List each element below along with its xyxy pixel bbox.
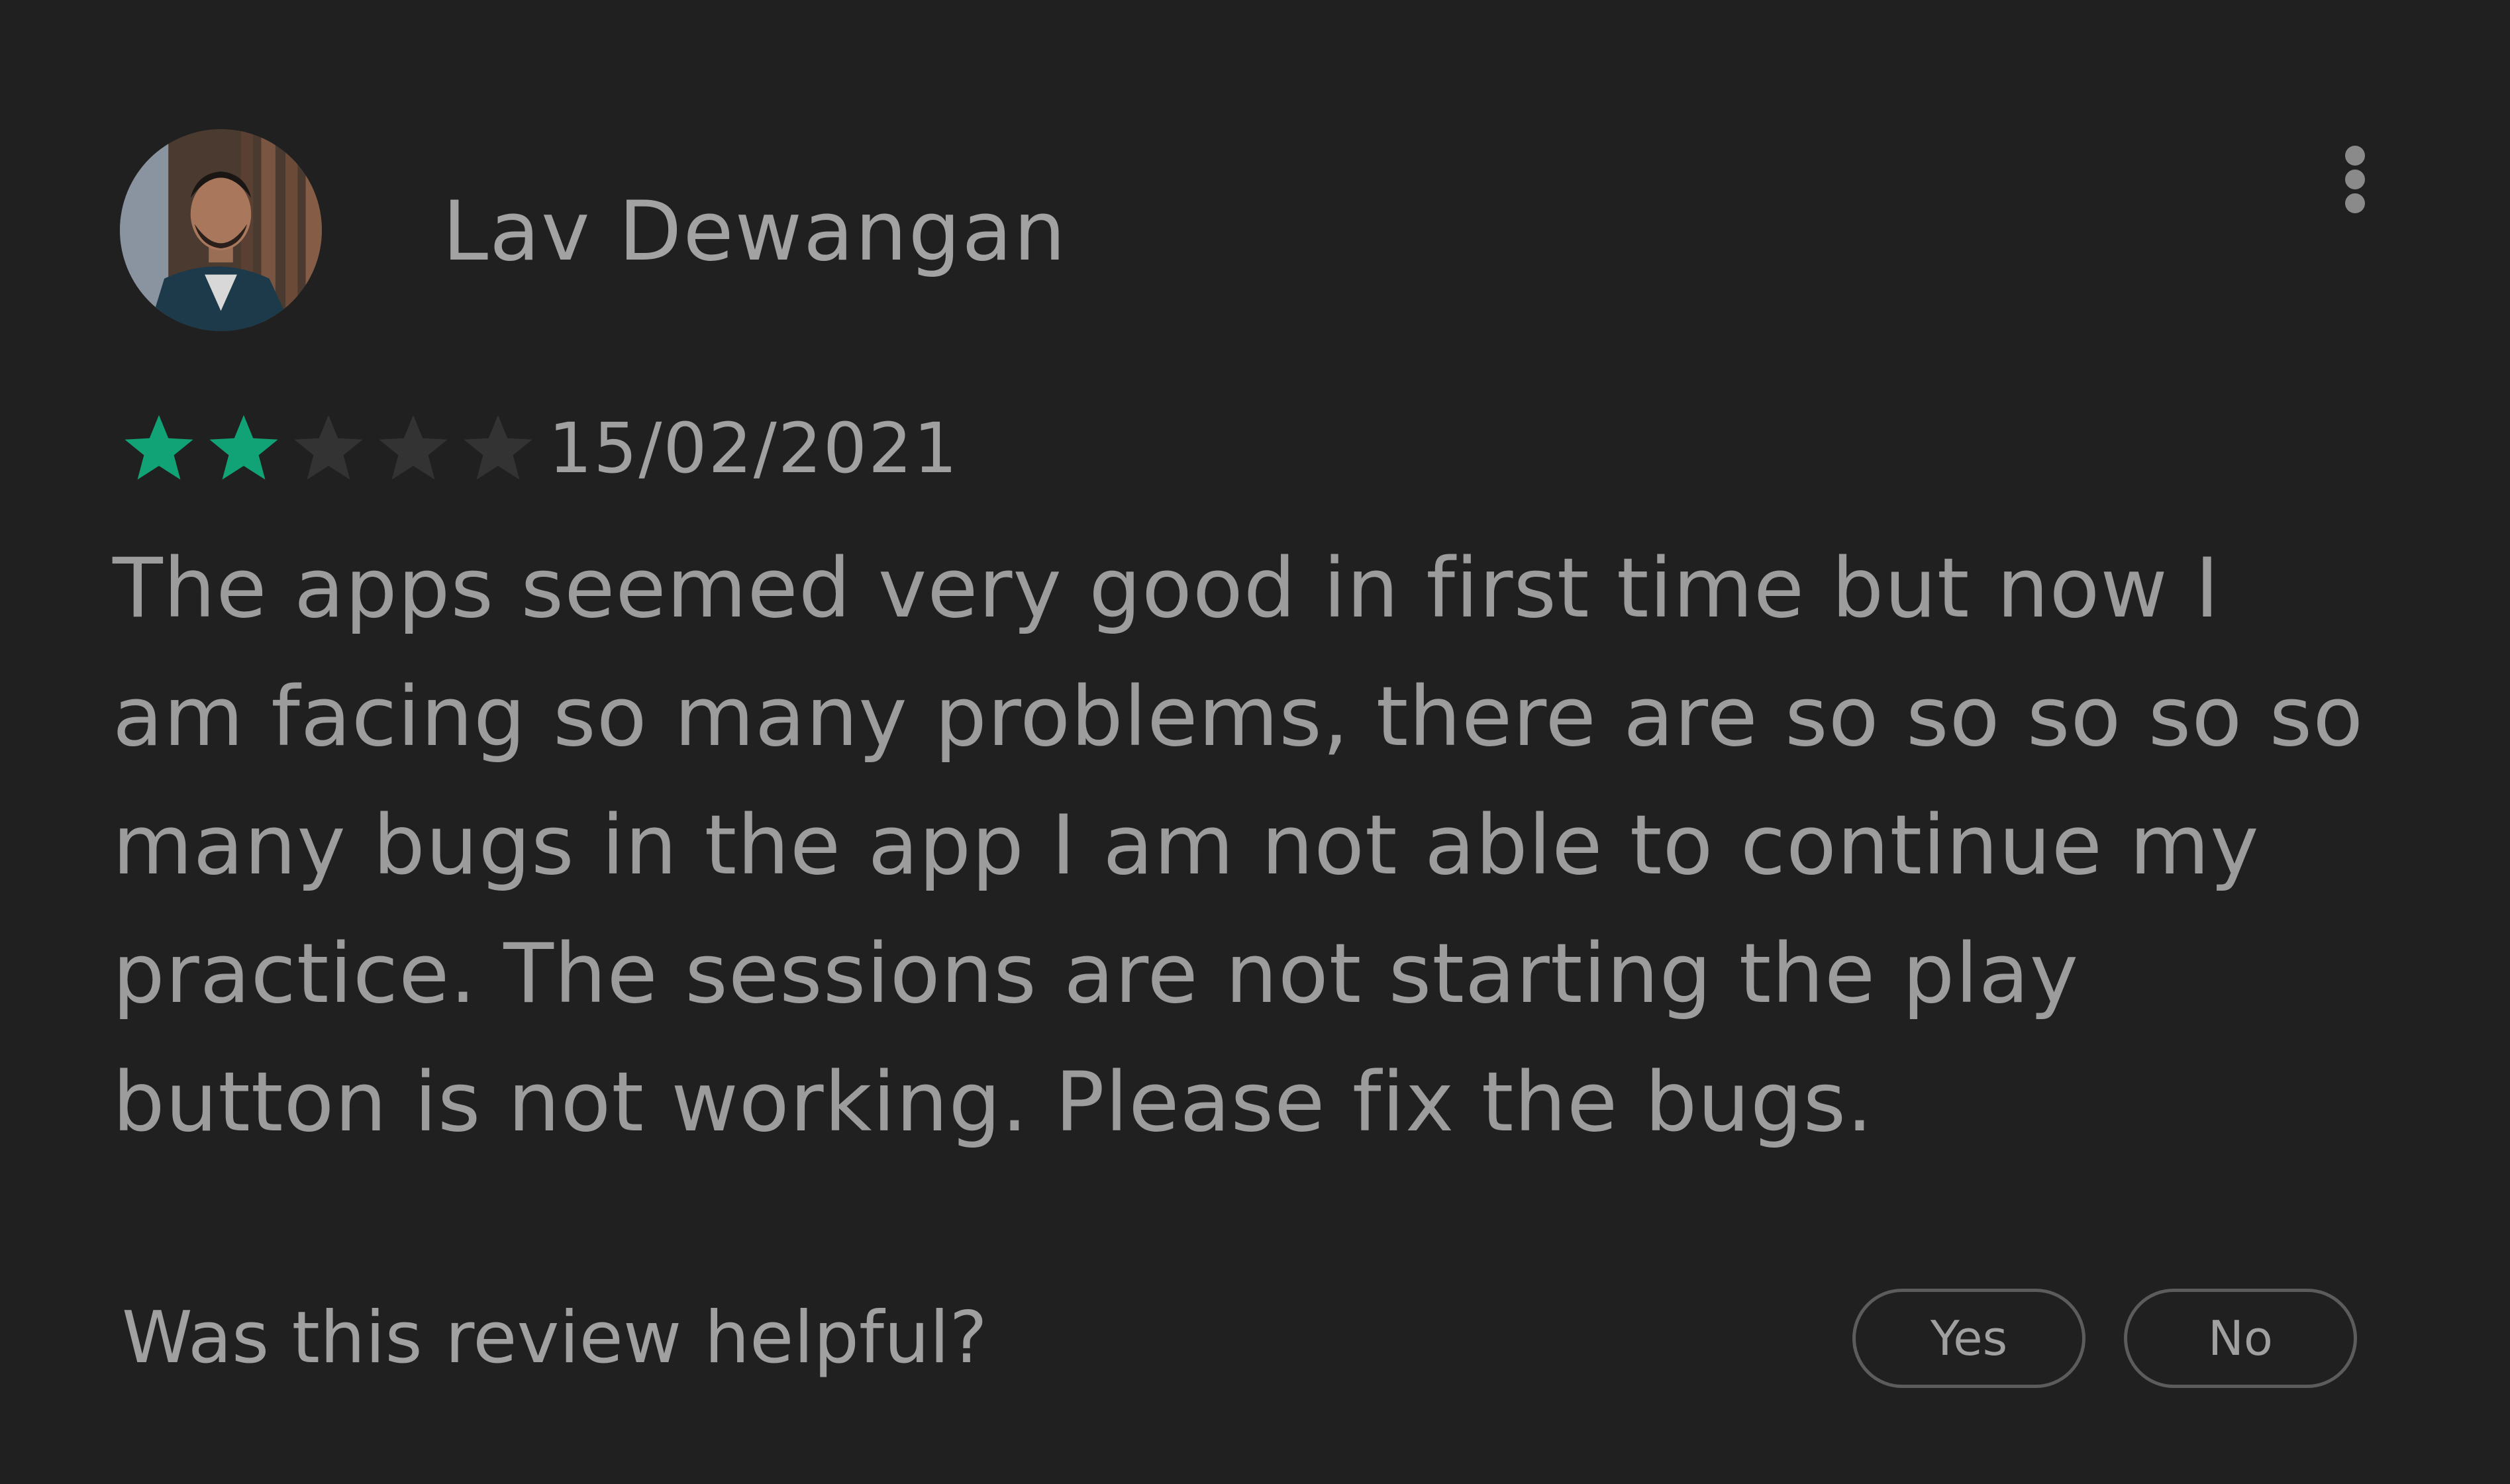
no-button[interactable]: No [2124, 1289, 2357, 1388]
star-empty-icon [374, 409, 452, 487]
avatar [120, 129, 322, 331]
review-date: 15/02/2021 [548, 408, 959, 489]
star-filled-icon [205, 409, 283, 487]
rating-row [120, 405, 544, 491]
more-vert-icon [2345, 146, 2365, 166]
reviewer-name: Lav Dewangan [442, 184, 1067, 279]
star-empty-icon [459, 409, 537, 487]
more-options-button[interactable] [2329, 132, 2382, 225]
helpful-question: Was this review helpful? [122, 1297, 987, 1379]
yes-button[interactable]: Yes [1852, 1289, 2085, 1388]
star-filled-icon [120, 409, 198, 487]
review-text: The apps seemed very good in first time … [113, 541, 2364, 1150]
star-rating [120, 409, 544, 487]
star-empty-icon [289, 409, 368, 487]
